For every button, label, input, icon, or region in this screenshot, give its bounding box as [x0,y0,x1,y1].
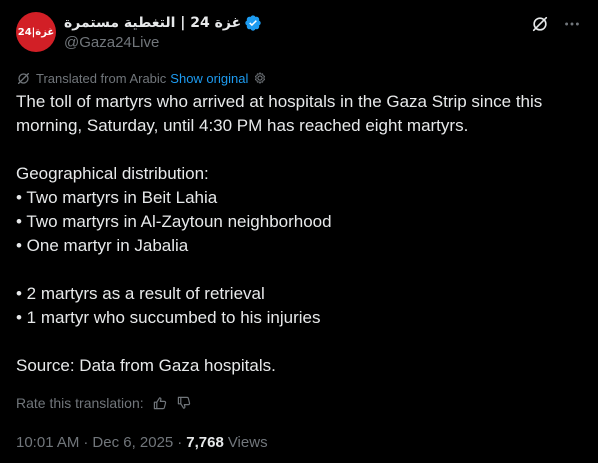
author-handle[interactable]: @Gaza24Live [64,34,262,51]
show-original-link[interactable]: Show original [170,71,248,86]
rate-translation: Rate this translation: [16,394,192,412]
translate-icon [16,71,31,86]
thumbs-down-icon[interactable] [176,395,192,411]
list-item: • 2 martyrs as a result of retrieval [16,284,265,303]
tweet-time[interactable]: 10:01 AM [16,434,79,451]
translation-bar: Translated from Arabic Show original [16,70,267,86]
list-item: • Two martyrs in Al-Zaytoun neighborhood [16,212,332,231]
avatar[interactable]: غزة|24 [16,12,56,52]
more-icon[interactable] [562,14,582,34]
author-names: غزة 24 | التغطية مستمرة @Gaza24Live [64,13,262,51]
grok-icon[interactable] [530,14,550,34]
rate-label: Rate this translation: [16,395,144,411]
tweet-header: غزة|24 غزة 24 | التغطية مستمرة @Gaza24Li… [16,12,262,52]
list-item: • One martyr in Jabalia [16,236,189,255]
tweet-source: Source: Data from Gaza hospitals. [16,356,276,375]
avatar-logo-text: غزة|24 [17,26,55,38]
tweet-geo-heading: Geographical distribution: [16,164,209,183]
display-name-row: غزة 24 | التغطية مستمرة [64,13,262,33]
tweet-date[interactable]: Dec 6, 2025 [92,434,173,451]
display-name[interactable]: غزة 24 | التغطية مستمرة [64,15,241,31]
thumbs-up-icon[interactable] [152,395,168,411]
meta-separator: · [83,433,89,451]
translated-label: Translated from Arabic [36,70,167,86]
list-item: • Two martyrs in Beit Lahia [16,188,218,207]
tweet-line-toll: The toll of martyrs who arrived at hospi… [16,92,543,135]
tweet-meta: 10:01 AM · Dec 6, 2025 · 7,768 Views [16,432,268,452]
tweet: غزة|24 غزة 24 | التغطية مستمرة @Gaza24Li… [0,0,598,463]
tweet-text: The toll of martyrs who arrived at hospi… [16,90,582,378]
list-item: • 1 martyr who succumbed to his injuries [16,308,321,327]
views-count[interactable]: 7,768 [186,434,224,451]
gear-icon[interactable] [253,71,267,85]
verified-badge-icon[interactable] [244,14,262,32]
header-actions [518,14,582,34]
meta-separator: · [177,433,183,451]
views-label: Views [227,433,268,451]
